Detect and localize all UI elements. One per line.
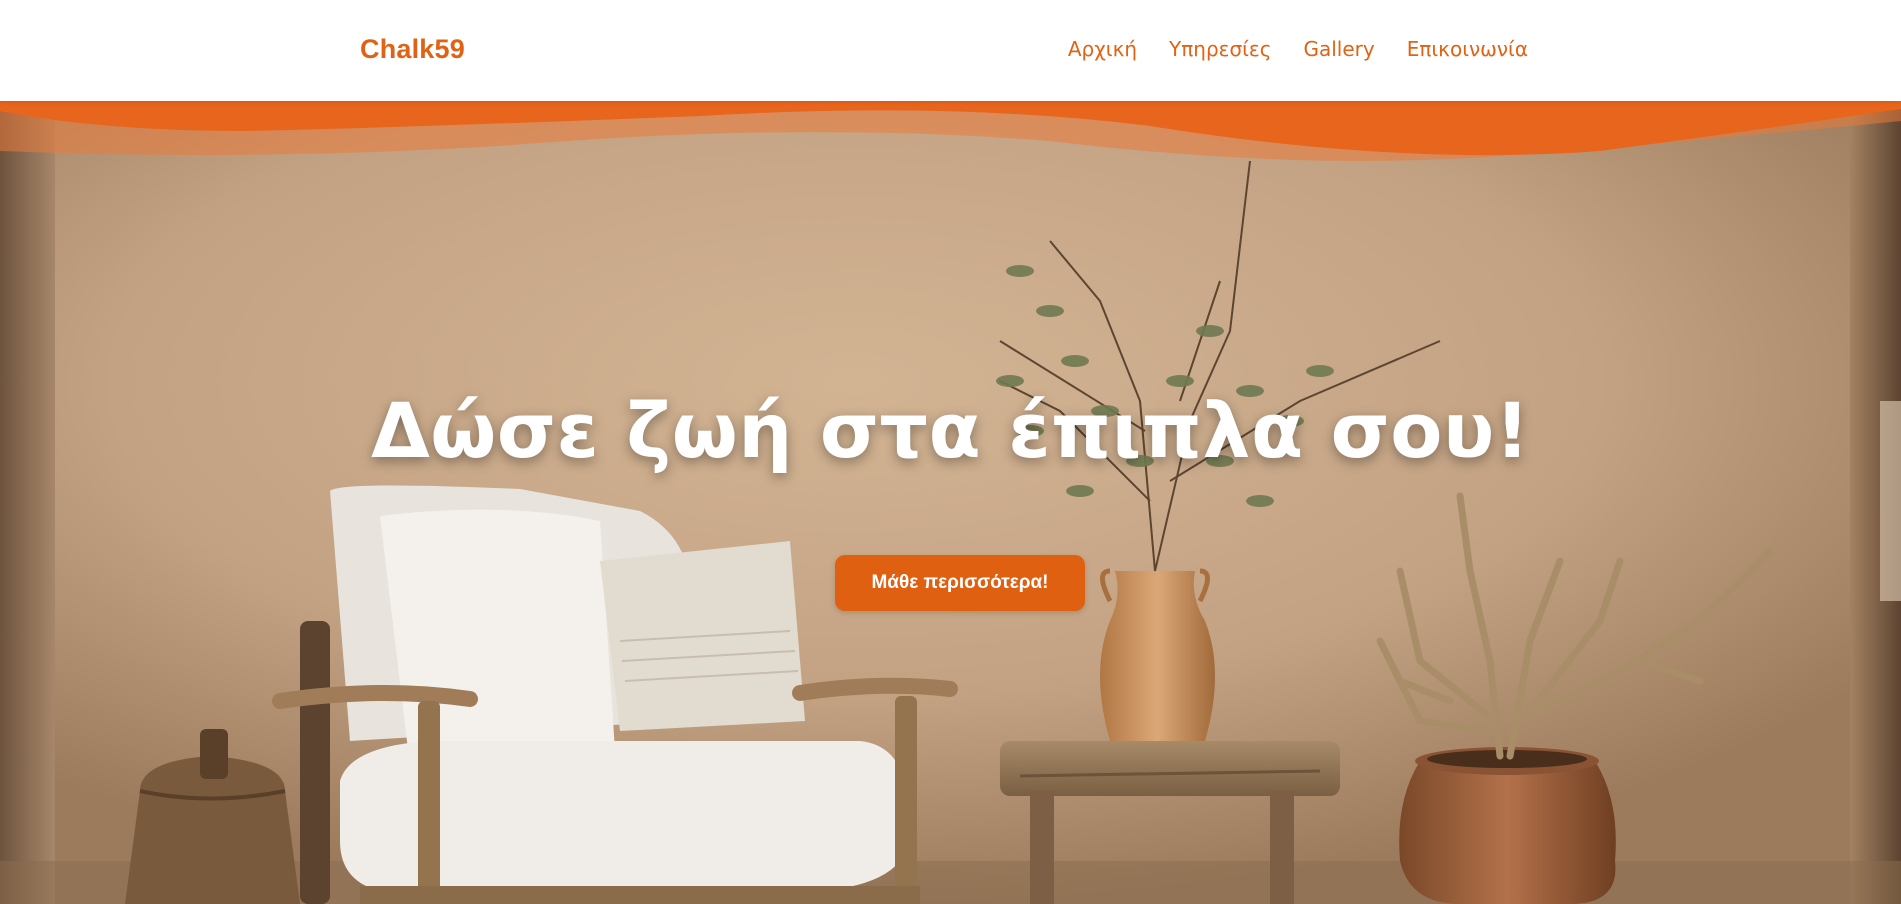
hero-section: Δώσε ζωή στα έπιπλα σου! Μάθε περισσότερ… xyxy=(0,101,1901,904)
header-wave-decoration xyxy=(0,101,1901,161)
nav-item-contact[interactable]: Επικοινωνία xyxy=(1407,37,1528,61)
site-header: Chalk59 Αρχική Υπηρεσίες Gallery Επικοιν… xyxy=(0,0,1901,101)
nav-item-gallery[interactable]: Gallery xyxy=(1303,37,1374,61)
hero-title: Δώσε ζωή στα έπιπλα σου! xyxy=(370,386,1530,475)
site-logo[interactable]: Chalk59 xyxy=(360,34,465,65)
pot-illustration xyxy=(1399,747,1616,904)
main-nav: Αρχική Υπηρεσίες Gallery Επικοινωνία xyxy=(1068,37,1528,61)
learn-more-button[interactable]: Μάθε περισσότερα! xyxy=(835,555,1085,611)
nav-item-services[interactable]: Υπηρεσίες xyxy=(1169,37,1271,61)
page: Chalk59 Αρχική Υπηρεσίες Gallery Επικοιν… xyxy=(0,0,1901,904)
nav-item-home[interactable]: Αρχική xyxy=(1068,37,1137,61)
hero-background-image xyxy=(0,101,1901,904)
